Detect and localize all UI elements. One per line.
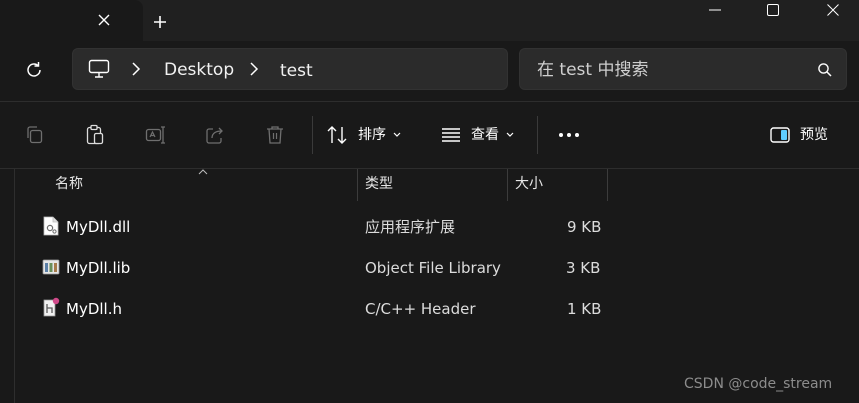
this-pc-icon[interactable] <box>88 59 110 79</box>
paste-icon <box>86 124 104 145</box>
close-icon <box>98 14 110 26</box>
file-size: 3 KB <box>566 259 601 277</box>
file-list-pane <box>0 169 859 403</box>
share-button[interactable] <box>204 124 226 146</box>
file-name[interactable]: MyDll.lib <box>66 259 130 277</box>
sort-indicator-icon <box>198 169 208 175</box>
column-divider[interactable] <box>357 169 358 201</box>
command-bar <box>0 101 859 169</box>
active-tab[interactable] <box>0 0 143 41</box>
header-file-icon <box>42 297 60 317</box>
file-type: Object File Library <box>365 259 501 277</box>
more-icon <box>559 133 579 137</box>
file-type: 应用程序扩展 <box>365 218 456 236</box>
lib-file-icon <box>42 258 60 276</box>
breadcrumb-chevron-icon[interactable] <box>249 62 259 76</box>
close-icon <box>827 4 839 16</box>
paste-button[interactable] <box>84 124 106 146</box>
minimize-icon <box>709 9 721 11</box>
breadcrumb-chevron-icon[interactable] <box>131 62 141 76</box>
sort-icon <box>327 126 347 144</box>
delete-button[interactable] <box>264 124 286 146</box>
share-icon <box>206 127 223 144</box>
toolbar-divider <box>312 116 313 154</box>
dll-file-icon <box>42 216 60 236</box>
view-button[interactable]: 查看 <box>440 122 522 148</box>
new-tab-button[interactable] <box>150 12 170 32</box>
column-divider[interactable] <box>607 169 608 201</box>
sort-button[interactable]: 排序 <box>326 122 408 148</box>
column-header-name[interactable]: 名称 <box>55 175 83 193</box>
chevron-down-icon <box>393 132 401 137</box>
column-header-type[interactable]: 类型 <box>365 175 393 193</box>
toolbar-divider <box>537 116 538 154</box>
view-icon <box>442 128 460 142</box>
rename-icon <box>145 126 165 144</box>
more-options-button[interactable] <box>554 124 584 146</box>
close-tab-button[interactable] <box>94 10 114 30</box>
plus-icon <box>154 16 166 28</box>
preview-pane-icon <box>770 127 790 143</box>
file-size: 9 KB <box>567 218 602 236</box>
copy-button[interactable] <box>24 124 46 146</box>
column-header-size[interactable]: 大小 <box>515 175 543 193</box>
file-size: 1 KB <box>567 300 602 318</box>
preview-label: 预览 <box>800 127 828 143</box>
refresh-button[interactable] <box>22 58 46 82</box>
breadcrumb-desktop[interactable]: Desktop <box>164 60 234 80</box>
refresh-icon <box>27 62 41 77</box>
navigation-pane-edge[interactable] <box>14 169 15 403</box>
rename-button[interactable] <box>144 124 166 146</box>
breadcrumb-test[interactable]: test <box>280 61 313 81</box>
trash-icon <box>267 126 283 144</box>
view-label: 查看 <box>471 127 499 143</box>
file-name[interactable]: MyDll.dll <box>66 218 130 236</box>
file-type: C/C++ Header <box>365 300 476 318</box>
file-name[interactable]: MyDll.h <box>66 300 122 318</box>
maximize-button[interactable] <box>750 0 796 20</box>
column-divider[interactable] <box>507 169 508 201</box>
maximize-icon <box>767 4 779 16</box>
close-window-button[interactable] <box>810 0 856 20</box>
sort-label: 排序 <box>358 127 386 143</box>
chevron-down-icon <box>506 132 514 137</box>
preview-pane-button[interactable]: 预览 <box>770 124 834 146</box>
search-icon[interactable] <box>817 62 833 78</box>
watermark-text: CSDN @code_stream <box>684 376 833 392</box>
search-input[interactable]: 在 test 中搜索 <box>537 60 648 80</box>
minimize-button[interactable] <box>692 0 738 20</box>
copy-icon <box>27 126 43 144</box>
